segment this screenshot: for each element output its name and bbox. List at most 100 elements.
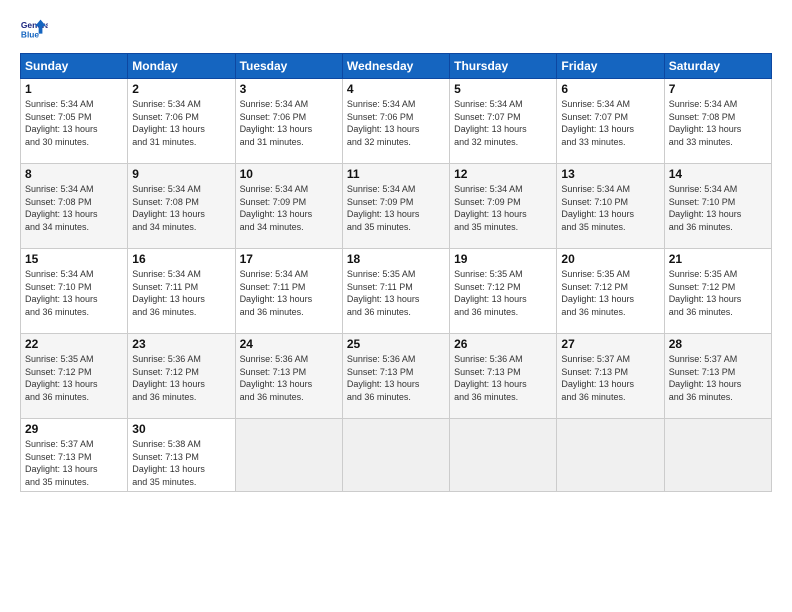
- day-number: 21: [669, 252, 767, 266]
- calendar-cell: 3 Sunrise: 5:34 AMSunset: 7:06 PMDaylight…: [235, 79, 342, 164]
- day-details: Sunrise: 5:34 AMSunset: 7:09 PMDaylight:…: [240, 183, 338, 233]
- day-number: 4: [347, 82, 445, 96]
- calendar-cell: [664, 419, 771, 492]
- page: General Blue SundayMondayTuesdayWednesda…: [0, 0, 792, 612]
- weekday-header-tuesday: Tuesday: [235, 54, 342, 79]
- day-number: 19: [454, 252, 552, 266]
- day-number: 8: [25, 167, 123, 181]
- day-details: Sunrise: 5:37 AMSunset: 7:13 PMDaylight:…: [669, 353, 767, 403]
- day-details: Sunrise: 5:36 AMSunset: 7:13 PMDaylight:…: [347, 353, 445, 403]
- day-details: Sunrise: 5:34 AMSunset: 7:07 PMDaylight:…: [561, 98, 659, 148]
- calendar-cell: 18Sunrise: 5:35 AMSunset: 7:11 PMDayligh…: [342, 249, 449, 334]
- day-number: 2: [132, 82, 230, 96]
- day-details: Sunrise: 5:37 AMSunset: 7:13 PMDaylight:…: [25, 438, 123, 488]
- calendar-cell: 27Sunrise: 5:37 AMSunset: 7:13 PMDayligh…: [557, 334, 664, 419]
- day-details: Sunrise: 5:34 AMSunset: 7:10 PMDaylight:…: [25, 268, 123, 318]
- logo: General Blue: [20, 15, 52, 43]
- day-details: Sunrise: 5:34 AMSunset: 7:10 PMDaylight:…: [669, 183, 767, 233]
- calendar-cell: 19 Sunrise: 5:35 AMSunset: 7:12 PMDayligh…: [450, 249, 557, 334]
- calendar-table: SundayMondayTuesdayWednesdayThursdayFrid…: [20, 53, 772, 492]
- day-number: 30: [132, 422, 230, 436]
- day-details: Sunrise: 5:34 AMSunset: 7:09 PMDaylight:…: [454, 183, 552, 233]
- day-details: Sunrise: 5:34 AMSunset: 7:07 PMDaylight:…: [454, 98, 552, 148]
- calendar-cell: 15 Sunrise: 5:34 AMSunset: 7:10 PMDayligh…: [21, 249, 128, 334]
- calendar-cell: 9Sunrise: 5:34 AMSunset: 7:08 PMDaylight…: [128, 164, 235, 249]
- calendar-cell: 30 Sunrise: 5:38 AMSunset: 7:13 PMDayligh…: [128, 419, 235, 492]
- weekday-header-sunday: Sunday: [21, 54, 128, 79]
- weekday-header-thursday: Thursday: [450, 54, 557, 79]
- calendar-cell: 11Sunrise: 5:34 AMSunset: 7:09 PMDayligh…: [342, 164, 449, 249]
- day-details: Sunrise: 5:36 AMSunset: 7:12 PMDaylight:…: [132, 353, 230, 403]
- day-details: Sunrise: 5:35 AMSunset: 7:12 PMDaylight:…: [669, 268, 767, 318]
- day-details: Sunrise: 5:35 AMSunset: 7:12 PMDaylight:…: [561, 268, 659, 318]
- day-details: Sunrise: 5:34 AMSunset: 7:11 PMDaylight:…: [132, 268, 230, 318]
- day-details: Sunrise: 5:34 AMSunset: 7:08 PMDaylight:…: [25, 183, 123, 233]
- calendar-cell: 20 Sunrise: 5:35 AMSunset: 7:12 PMDayligh…: [557, 249, 664, 334]
- calendar-cell: 12 Sunrise: 5:34 AMSunset: 7:09 PMDayligh…: [450, 164, 557, 249]
- calendar-cell: 7 Sunrise: 5:34 AMSunset: 7:08 PMDaylight…: [664, 79, 771, 164]
- weekday-header-saturday: Saturday: [664, 54, 771, 79]
- calendar-cell: [450, 419, 557, 492]
- day-details: Sunrise: 5:38 AMSunset: 7:13 PMDaylight:…: [132, 438, 230, 488]
- day-number: 16: [132, 252, 230, 266]
- day-number: 3: [240, 82, 338, 96]
- weekday-header-wednesday: Wednesday: [342, 54, 449, 79]
- calendar-cell: 29 Sunrise: 5:37 AMSunset: 7:13 PMDayligh…: [21, 419, 128, 492]
- day-number: 11: [347, 167, 445, 181]
- calendar-cell: 24 Sunrise: 5:36 AMSunset: 7:13 PMDayligh…: [235, 334, 342, 419]
- calendar-cell: 8 Sunrise: 5:34 AMSunset: 7:08 PMDaylight…: [21, 164, 128, 249]
- calendar-cell: 13 Sunrise: 5:34 AMSunset: 7:10 PMDayligh…: [557, 164, 664, 249]
- calendar-cell: 6 Sunrise: 5:34 AMSunset: 7:07 PMDaylight…: [557, 79, 664, 164]
- day-number: 22: [25, 337, 123, 351]
- calendar-cell: 2 Sunrise: 5:34 AMSunset: 7:06 PMDaylight…: [128, 79, 235, 164]
- calendar-cell: 23 Sunrise: 5:36 AMSunset: 7:12 PMDayligh…: [128, 334, 235, 419]
- day-number: 29: [25, 422, 123, 436]
- day-number: 6: [561, 82, 659, 96]
- day-number: 10: [240, 167, 338, 181]
- day-number: 24: [240, 337, 338, 351]
- calendar-cell: 17 Sunrise: 5:34 AMSunset: 7:11 PMDayligh…: [235, 249, 342, 334]
- day-number: 17: [240, 252, 338, 266]
- calendar-cell: 10 Sunrise: 5:34 AMSunset: 7:09 PMDayligh…: [235, 164, 342, 249]
- day-number: 5: [454, 82, 552, 96]
- day-number: 12: [454, 167, 552, 181]
- day-number: 23: [132, 337, 230, 351]
- calendar-cell: 16 Sunrise: 5:34 AMSunset: 7:11 PMDayligh…: [128, 249, 235, 334]
- calendar-cell: [342, 419, 449, 492]
- day-details: Sunrise: 5:36 AMSunset: 7:13 PMDaylight:…: [454, 353, 552, 403]
- day-details: Sunrise: 5:35 AMSunset: 7:11 PMDaylight:…: [347, 268, 445, 318]
- day-number: 13: [561, 167, 659, 181]
- calendar-cell: 28 Sunrise: 5:37 AMSunset: 7:13 PMDayligh…: [664, 334, 771, 419]
- day-number: 1: [25, 82, 123, 96]
- day-number: 28: [669, 337, 767, 351]
- weekday-header-monday: Monday: [128, 54, 235, 79]
- day-details: Sunrise: 5:36 AMSunset: 7:13 PMDaylight:…: [240, 353, 338, 403]
- day-details: Sunrise: 5:34 AMSunset: 7:06 PMDaylight:…: [132, 98, 230, 148]
- day-number: 9: [132, 167, 230, 181]
- day-details: Sunrise: 5:35 AMSunset: 7:12 PMDaylight:…: [454, 268, 552, 318]
- day-details: Sunrise: 5:34 AMSunset: 7:06 PMDaylight:…: [240, 98, 338, 148]
- day-number: 14: [669, 167, 767, 181]
- day-number: 7: [669, 82, 767, 96]
- day-number: 15: [25, 252, 123, 266]
- day-number: 20: [561, 252, 659, 266]
- calendar-cell: 5 Sunrise: 5:34 AMSunset: 7:07 PMDaylight…: [450, 79, 557, 164]
- calendar-cell: [235, 419, 342, 492]
- calendar-cell: 4 Sunrise: 5:34 AMSunset: 7:06 PMDaylight…: [342, 79, 449, 164]
- logo-icon: General Blue: [20, 15, 48, 43]
- weekday-header-friday: Friday: [557, 54, 664, 79]
- day-number: 26: [454, 337, 552, 351]
- day-details: Sunrise: 5:34 AMSunset: 7:08 PMDaylight:…: [669, 98, 767, 148]
- calendar-cell: 22Sunrise: 5:35 AMSunset: 7:12 PMDayligh…: [21, 334, 128, 419]
- day-details: Sunrise: 5:34 AMSunset: 7:05 PMDaylight:…: [25, 98, 123, 148]
- calendar-cell: 1 Sunrise: 5:34 AMSunset: 7:05 PMDaylight…: [21, 79, 128, 164]
- day-details: Sunrise: 5:34 AMSunset: 7:06 PMDaylight:…: [347, 98, 445, 148]
- calendar-cell: 14 Sunrise: 5:34 AMSunset: 7:10 PMDayligh…: [664, 164, 771, 249]
- day-details: Sunrise: 5:34 AMSunset: 7:10 PMDaylight:…: [561, 183, 659, 233]
- day-details: Sunrise: 5:34 AMSunset: 7:11 PMDaylight:…: [240, 268, 338, 318]
- day-number: 25: [347, 337, 445, 351]
- calendar-cell: 25 Sunrise: 5:36 AMSunset: 7:13 PMDayligh…: [342, 334, 449, 419]
- calendar-cell: 21 Sunrise: 5:35 AMSunset: 7:12 PMDayligh…: [664, 249, 771, 334]
- header: General Blue: [20, 15, 772, 43]
- calendar-cell: [557, 419, 664, 492]
